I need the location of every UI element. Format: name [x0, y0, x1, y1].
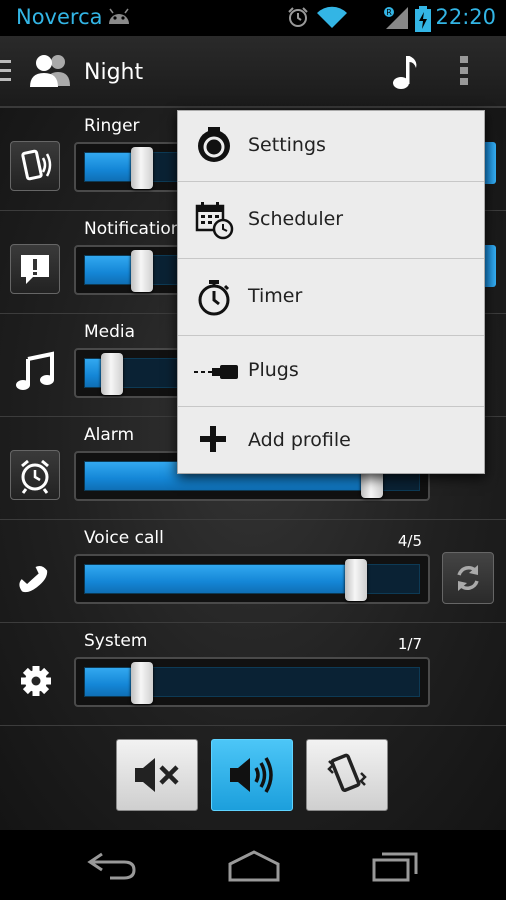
- slider-fill-edge: [484, 142, 496, 184]
- notification-alert-icon[interactable]: [10, 244, 60, 294]
- slider-thumb[interactable]: [130, 250, 153, 292]
- music-note-icon: [10, 347, 60, 397]
- slider-fill: [85, 565, 356, 593]
- alarm-clock-icon: [288, 7, 308, 27]
- plus-icon: [200, 426, 226, 452]
- slider-thumb[interactable]: [100, 353, 123, 395]
- slider-fill-edge: [484, 245, 496, 287]
- action-bar: Night: [0, 36, 506, 108]
- plug-icon: [194, 365, 238, 379]
- profile-users-icon[interactable]: [28, 52, 72, 88]
- menu-handle-icon[interactable]: [0, 58, 12, 84]
- system-slider[interactable]: [74, 657, 430, 707]
- overflow-popup-menu: Settings Scheduler Timer Plugs Add profi…: [177, 110, 485, 474]
- alarm-clock-icon[interactable]: [10, 450, 60, 500]
- speaker-on-icon: [230, 757, 273, 793]
- music-note-icon[interactable]: [392, 54, 418, 90]
- signal-roaming-icon: R: [384, 7, 408, 29]
- sound-button[interactable]: [211, 739, 293, 811]
- menu-item-scheduler[interactable]: Scheduler: [178, 182, 484, 259]
- menu-item-label: Timer: [248, 285, 303, 307]
- battery-charging-icon: [415, 6, 431, 32]
- menu-item-timer[interactable]: Timer: [178, 259, 484, 336]
- volume-label: Ringer: [84, 116, 140, 136]
- volume-row-system: System 1/7: [0, 623, 506, 726]
- back-icon[interactable]: [86, 848, 138, 884]
- voice-call-slider[interactable]: [74, 554, 430, 604]
- stopwatch-icon: [198, 280, 230, 316]
- settings-icon: [198, 127, 230, 162]
- volume-label: Voice call: [84, 528, 164, 548]
- volume-label: Media: [84, 322, 136, 342]
- menu-item-label: Add profile: [248, 429, 351, 451]
- slider-thumb[interactable]: [130, 147, 153, 189]
- menu-item-plugs[interactable]: Plugs: [178, 336, 484, 407]
- mute-speaker-icon: [135, 758, 179, 792]
- vibrate-phone-icon: [327, 753, 367, 792]
- slider-thumb[interactable]: [344, 559, 367, 601]
- volume-label: Notification: [84, 219, 182, 239]
- volume-label: Alarm: [84, 425, 135, 445]
- menu-item-label: Settings: [248, 134, 326, 156]
- ringer-vibrate-icon[interactable]: [10, 141, 60, 191]
- volume-row-voice-call: Voice call 4/5: [0, 520, 506, 623]
- slider-thumb[interactable]: [130, 662, 153, 704]
- phone-icon: [10, 553, 60, 603]
- carrier-name: Noverca: [16, 5, 103, 29]
- vibrate-button[interactable]: [306, 739, 388, 811]
- menu-item-add-profile[interactable]: Add profile: [178, 407, 484, 473]
- volume-label: System: [84, 631, 148, 651]
- menu-item-label: Plugs: [248, 359, 299, 381]
- clock-time: 22:20: [435, 5, 496, 29]
- volume-count: 4/5: [397, 532, 422, 550]
- gear-icon: [10, 656, 60, 706]
- sync-icon: [457, 565, 479, 591]
- wifi-icon: [317, 6, 347, 29]
- menu-item-settings[interactable]: Settings: [178, 111, 484, 182]
- ringer-mode-bar: [0, 722, 506, 830]
- mute-button[interactable]: [116, 739, 198, 811]
- menu-item-label: Scheduler: [248, 208, 344, 230]
- profile-title: Night: [84, 60, 144, 85]
- home-icon[interactable]: [226, 848, 282, 884]
- svg-text:R: R: [386, 8, 392, 17]
- navigation-bar: [0, 830, 506, 900]
- overflow-menu-icon[interactable]: [459, 55, 469, 87]
- recent-apps-icon[interactable]: [370, 848, 420, 884]
- calendar-clock-icon: [195, 202, 234, 240]
- status-bar: Noverca R 22:20: [0, 0, 506, 36]
- android-icon: [109, 8, 129, 24]
- sync-button[interactable]: [442, 552, 494, 604]
- volume-count: 1/7: [397, 635, 422, 653]
